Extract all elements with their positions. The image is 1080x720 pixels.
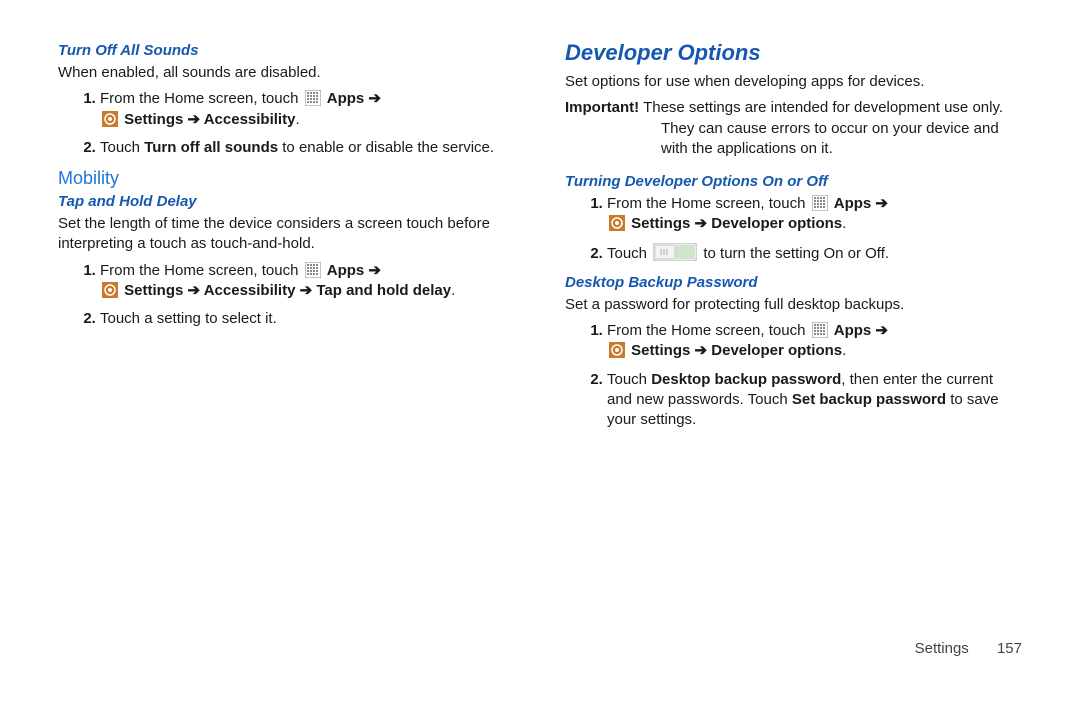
footer-section-label: Settings (915, 640, 969, 657)
page-footer: Settings 157 (0, 640, 1080, 677)
intro-desktop-backup: Set a password for protecting full deskt… (565, 295, 1022, 315)
step-item: From the Home screen, touch Apps ➔ Setti… (607, 194, 1022, 235)
bold-option: Turn off all sounds (144, 139, 278, 156)
apps-grid-icon (305, 90, 321, 106)
apps-grid-icon (812, 195, 828, 211)
step-text: Touch (100, 139, 144, 156)
arrow-text: ➔ (183, 111, 203, 128)
step-item: Touch Desktop backup password, then ente… (607, 370, 1022, 431)
apps-label: Apps (327, 262, 365, 279)
period: . (842, 342, 846, 359)
heading-desktop-backup: Desktop Backup Password (565, 274, 1022, 291)
step-item: From the Home screen, touch Apps ➔ Setti… (100, 261, 515, 302)
step-item: Touch a setting to select it. (100, 309, 515, 329)
arrow-text: ➔ (871, 322, 888, 339)
page-number: 157 (973, 640, 1022, 657)
important-note: Important! These settings are intended f… (565, 98, 1022, 159)
step-text: From the Home screen, touch (100, 262, 303, 279)
step-text: From the Home screen, touch (607, 322, 810, 339)
heading-turning-on-off: Turning Developer Options On or Off (565, 173, 1022, 190)
settings-gear-icon (102, 282, 118, 298)
arrow-text: ➔ (183, 282, 203, 299)
arrow-text: ➔ (295, 282, 316, 299)
settings-gear-icon (609, 215, 625, 231)
step-text: to enable or disable the service. (278, 139, 494, 156)
steps-backup: From the Home screen, touch Apps ➔ Setti… (565, 321, 1022, 430)
manual-page: Turn Off All Sounds When enabled, all so… (0, 0, 1080, 640)
left-column: Turn Off All Sounds When enabled, all so… (58, 40, 515, 620)
step-text: Touch (607, 245, 651, 262)
settings-label: Settings (631, 342, 690, 359)
right-column: Developer Options Set options for use wh… (565, 40, 1022, 620)
bold-option: Desktop backup password (651, 371, 841, 388)
intro-developer-options: Set options for use when developing apps… (565, 72, 1022, 92)
bold-option: Set backup password (792, 391, 946, 408)
step-text: From the Home screen, touch (100, 90, 303, 107)
period: . (842, 215, 846, 232)
settings-label: Settings (124, 282, 183, 299)
arrow-text: ➔ (364, 262, 381, 279)
steps-turn-off: From the Home screen, touch Apps ➔ Setti… (58, 89, 515, 158)
apps-label: Apps (834, 195, 872, 212)
intro-turn-off: When enabled, all sounds are disabled. (58, 63, 515, 83)
arrow-text: ➔ (871, 195, 888, 212)
accessibility-label: Accessibility (204, 111, 296, 128)
step-item: Touch Turn off all sounds to enable or d… (100, 138, 515, 158)
arrow-text: ➔ (364, 90, 381, 107)
settings-label: Settings (631, 215, 690, 232)
step-item: Touch to turn the setting On or Off. (607, 243, 1022, 264)
devopt-label: Developer options (711, 215, 842, 232)
steps-onoff: From the Home screen, touch Apps ➔ Setti… (565, 194, 1022, 264)
heading-turn-off-all-sounds: Turn Off All Sounds (58, 42, 515, 59)
heading-developer-options: Developer Options (565, 40, 1022, 66)
step-item: From the Home screen, touch Apps ➔ Setti… (607, 321, 1022, 362)
period: . (295, 111, 299, 128)
step-text: to turn the setting On or Off. (703, 245, 889, 262)
heading-tap-hold-delay: Tap and Hold Delay (58, 193, 515, 210)
apps-grid-icon (812, 322, 828, 338)
steps-tap-hold: From the Home screen, touch Apps ➔ Setti… (58, 261, 515, 330)
apps-label: Apps (327, 90, 365, 107)
step-text: From the Home screen, touch (607, 195, 810, 212)
taphold-label: Tap and hold delay (316, 282, 451, 299)
intro-tap-hold: Set the length of time the device consid… (58, 214, 515, 255)
apps-label: Apps (834, 322, 872, 339)
accessibility-label: Accessibility (204, 282, 296, 299)
arrow-text: ➔ (690, 342, 711, 359)
important-text: These settings are intended for developm… (639, 99, 1003, 157)
devopt-label: Developer options (711, 342, 842, 359)
step-item: From the Home screen, touch Apps ➔ Setti… (100, 89, 515, 130)
heading-mobility: Mobility (58, 168, 515, 189)
settings-gear-icon (102, 111, 118, 127)
important-label: Important! (565, 99, 639, 116)
period: . (451, 282, 455, 299)
arrow-text: ➔ (690, 215, 711, 232)
settings-label: Settings (124, 111, 183, 128)
apps-grid-icon (305, 262, 321, 278)
step-text: Touch (607, 371, 651, 388)
settings-gear-icon (609, 342, 625, 358)
toggle-switch-icon (653, 243, 697, 261)
